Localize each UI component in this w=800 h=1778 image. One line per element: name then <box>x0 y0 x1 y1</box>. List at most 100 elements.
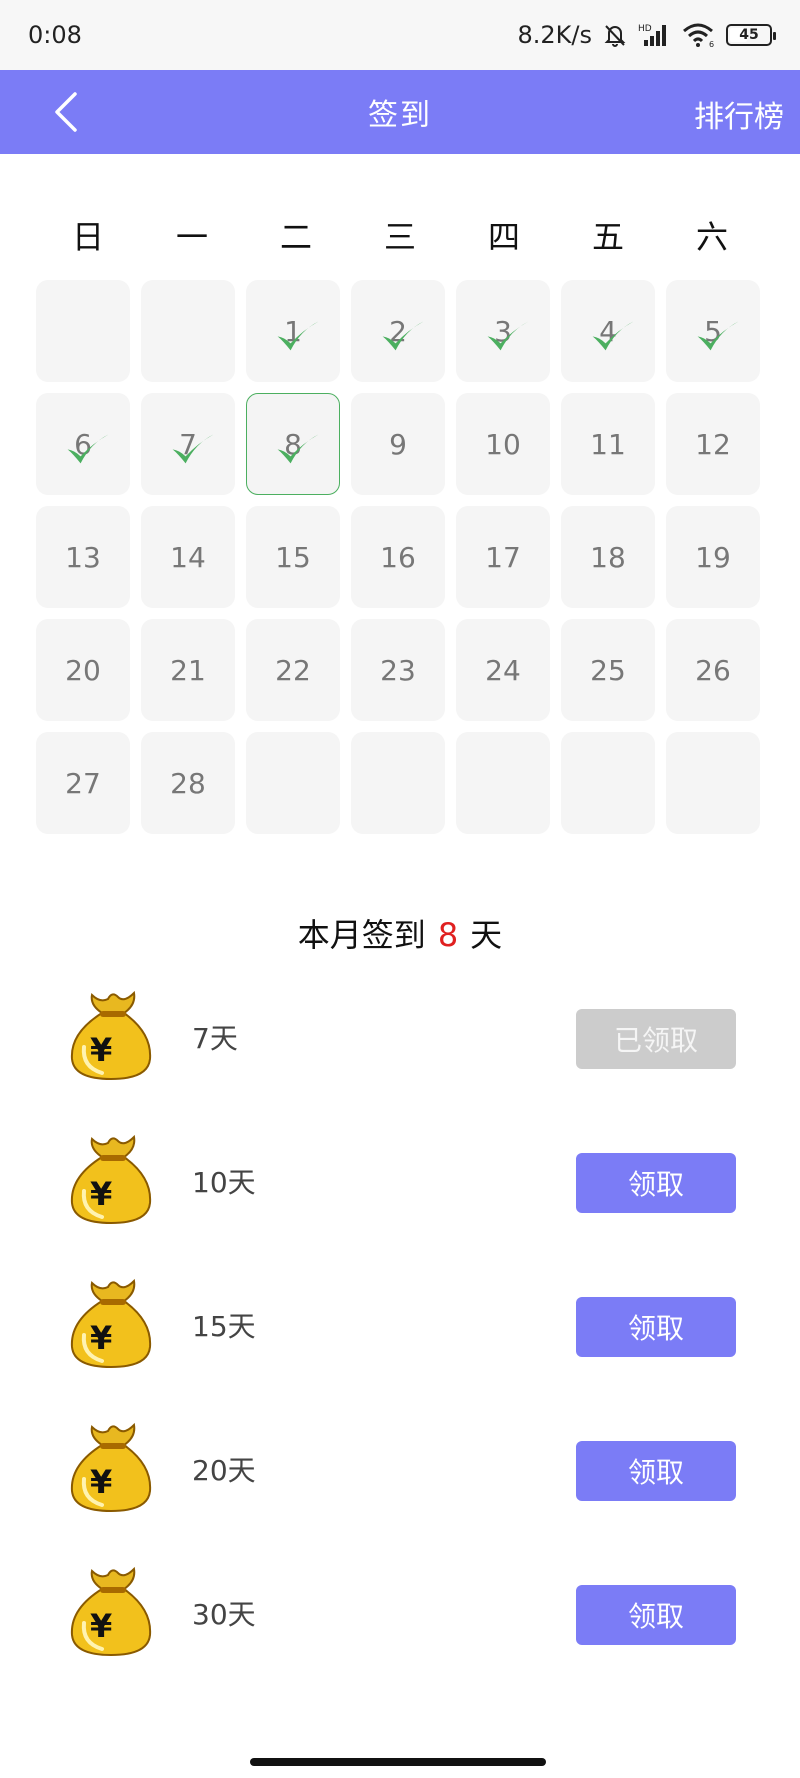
claimed-button[interactable]: 已领取 <box>576 1009 736 1069</box>
day-number: 10 <box>485 427 521 461</box>
battery-icon: 45 <box>726 24 776 46</box>
day-number: 17 <box>485 540 521 574</box>
calendar-day[interactable]: 10 <box>456 393 550 495</box>
claim-button[interactable]: 领取 <box>576 1297 736 1357</box>
checkmark-icon <box>277 434 319 464</box>
status-bar: 0:08 8.2K/s HD 6 45 <box>0 0 800 70</box>
calendar-day[interactable]: 17 <box>456 506 550 608</box>
mute-icon <box>604 25 626 47</box>
day-number: 13 <box>65 540 101 574</box>
reward-days-label: 10天 <box>192 1166 256 1199</box>
summary-suffix: 天 <box>470 916 503 954</box>
calendar-day[interactable]: 19 <box>666 506 760 608</box>
svg-text:¥: ¥ <box>90 1031 112 1069</box>
money-bag-icon: ¥ <box>70 1566 152 1657</box>
calendar-day[interactable]: 14 <box>141 506 235 608</box>
calendar-empty-cell <box>561 732 655 834</box>
calendar-day[interactable]: 12 <box>666 393 760 495</box>
day-number: 12 <box>695 427 731 461</box>
reward-row: ¥10天 领取 <box>0 1129 800 1273</box>
checkin-count: 8 <box>437 916 459 954</box>
checkmark-icon <box>592 321 634 351</box>
checkmark-icon <box>67 434 109 464</box>
money-bag-icon: ¥ <box>70 1422 152 1513</box>
back-button[interactable] <box>42 88 90 136</box>
day-number: 18 <box>590 540 626 574</box>
weekday-header: 日一二三四五六 <box>36 212 764 258</box>
monthly-checkin-summary: 本月签到 8 天 <box>0 910 800 956</box>
day-number: 21 <box>170 653 206 687</box>
wifi-icon: 6 <box>683 23 714 48</box>
reward-row: ¥15天 领取 <box>0 1273 800 1417</box>
reward-days-label: 20天 <box>192 1454 256 1487</box>
checkmark-icon <box>172 434 214 464</box>
weekday-label: 五 <box>591 218 624 256</box>
leaderboard-link[interactable]: 排行榜 <box>694 92 784 136</box>
svg-text:¥: ¥ <box>90 1319 112 1357</box>
status-time: 0:08 <box>28 21 82 49</box>
calendar-day[interactable]: 20 <box>36 619 130 721</box>
calendar-day[interactable]: 22 <box>246 619 340 721</box>
calendar-day[interactable]: 27 <box>36 732 130 834</box>
checkin-calendar: 1 2 3 4 5 6 7 8 9 10 11 12 13 14 15 16 17 18 19 20 21 22 23 24 2… <box>36 280 764 834</box>
network-speed: 8.2K/s <box>517 21 593 49</box>
calendar-empty-cell <box>456 732 550 834</box>
calendar-day[interactable]: 3 <box>456 280 550 382</box>
day-number: 25 <box>590 653 626 687</box>
money-bag-icon: ¥ <box>70 1134 152 1225</box>
calendar-day[interactable]: 23 <box>351 619 445 721</box>
calendar-empty-cell <box>141 280 235 382</box>
checkmark-icon <box>382 321 424 351</box>
day-number: 19 <box>695 540 731 574</box>
calendar-day[interactable]: 2 <box>351 280 445 382</box>
weekday-label: 二 <box>279 218 312 256</box>
money-bag-icon: ¥ <box>70 990 152 1081</box>
home-indicator[interactable] <box>250 1758 546 1766</box>
reward-row: ¥20天 领取 <box>0 1417 800 1561</box>
day-number: 26 <box>695 653 731 687</box>
calendar-day[interactable]: 24 <box>456 619 550 721</box>
summary-prefix: 本月签到 <box>297 916 426 954</box>
calendar-day[interactable]: 15 <box>246 506 340 608</box>
day-number: 20 <box>65 653 101 687</box>
calendar-empty-cell <box>666 732 760 834</box>
calendar-day[interactable]: 6 <box>36 393 130 495</box>
calendar-day[interactable]: 4 <box>561 280 655 382</box>
top-navigation-bar: 签到 排行榜 <box>0 70 800 154</box>
calendar-day[interactable]: 18 <box>561 506 655 608</box>
calendar-day[interactable]: 8 <box>246 393 340 495</box>
weekday-label: 日 <box>71 218 104 256</box>
calendar-day[interactable]: 16 <box>351 506 445 608</box>
reward-days-label: 30天 <box>192 1598 256 1631</box>
svg-text:HD: HD <box>638 24 652 34</box>
calendar-day[interactable]: 13 <box>36 506 130 608</box>
calendar-empty-cell <box>36 280 130 382</box>
calendar-day[interactable]: 5 <box>666 280 760 382</box>
claim-button[interactable]: 领取 <box>576 1153 736 1213</box>
claim-button[interactable]: 领取 <box>576 1441 736 1501</box>
day-number: 11 <box>590 427 626 461</box>
calendar-day[interactable]: 11 <box>561 393 655 495</box>
calendar-day[interactable]: 26 <box>666 619 760 721</box>
day-number: 14 <box>170 540 206 574</box>
day-number: 27 <box>65 766 101 800</box>
battery-level: 45 <box>739 27 759 43</box>
checkmark-icon <box>487 321 529 351</box>
status-icons: 8.2K/s HD 6 45 <box>517 21 776 49</box>
day-number: 23 <box>380 653 416 687</box>
weekday-label: 六 <box>695 218 728 256</box>
day-number: 16 <box>380 540 416 574</box>
calendar-day[interactable]: 21 <box>141 619 235 721</box>
signal-icon: HD <box>638 24 666 46</box>
svg-text:6: 6 <box>709 40 714 48</box>
calendar-day[interactable]: 1 <box>246 280 340 382</box>
reward-row: ¥30天 领取 <box>0 1561 800 1705</box>
calendar-day[interactable]: 9 <box>351 393 445 495</box>
reward-days-label: 15天 <box>192 1310 256 1343</box>
calendar-day[interactable]: 7 <box>141 393 235 495</box>
checkmark-icon <box>277 321 319 351</box>
weekday-label: 四 <box>487 218 520 256</box>
calendar-day[interactable]: 28 <box>141 732 235 834</box>
calendar-day[interactable]: 25 <box>561 619 655 721</box>
claim-button[interactable]: 领取 <box>576 1585 736 1645</box>
